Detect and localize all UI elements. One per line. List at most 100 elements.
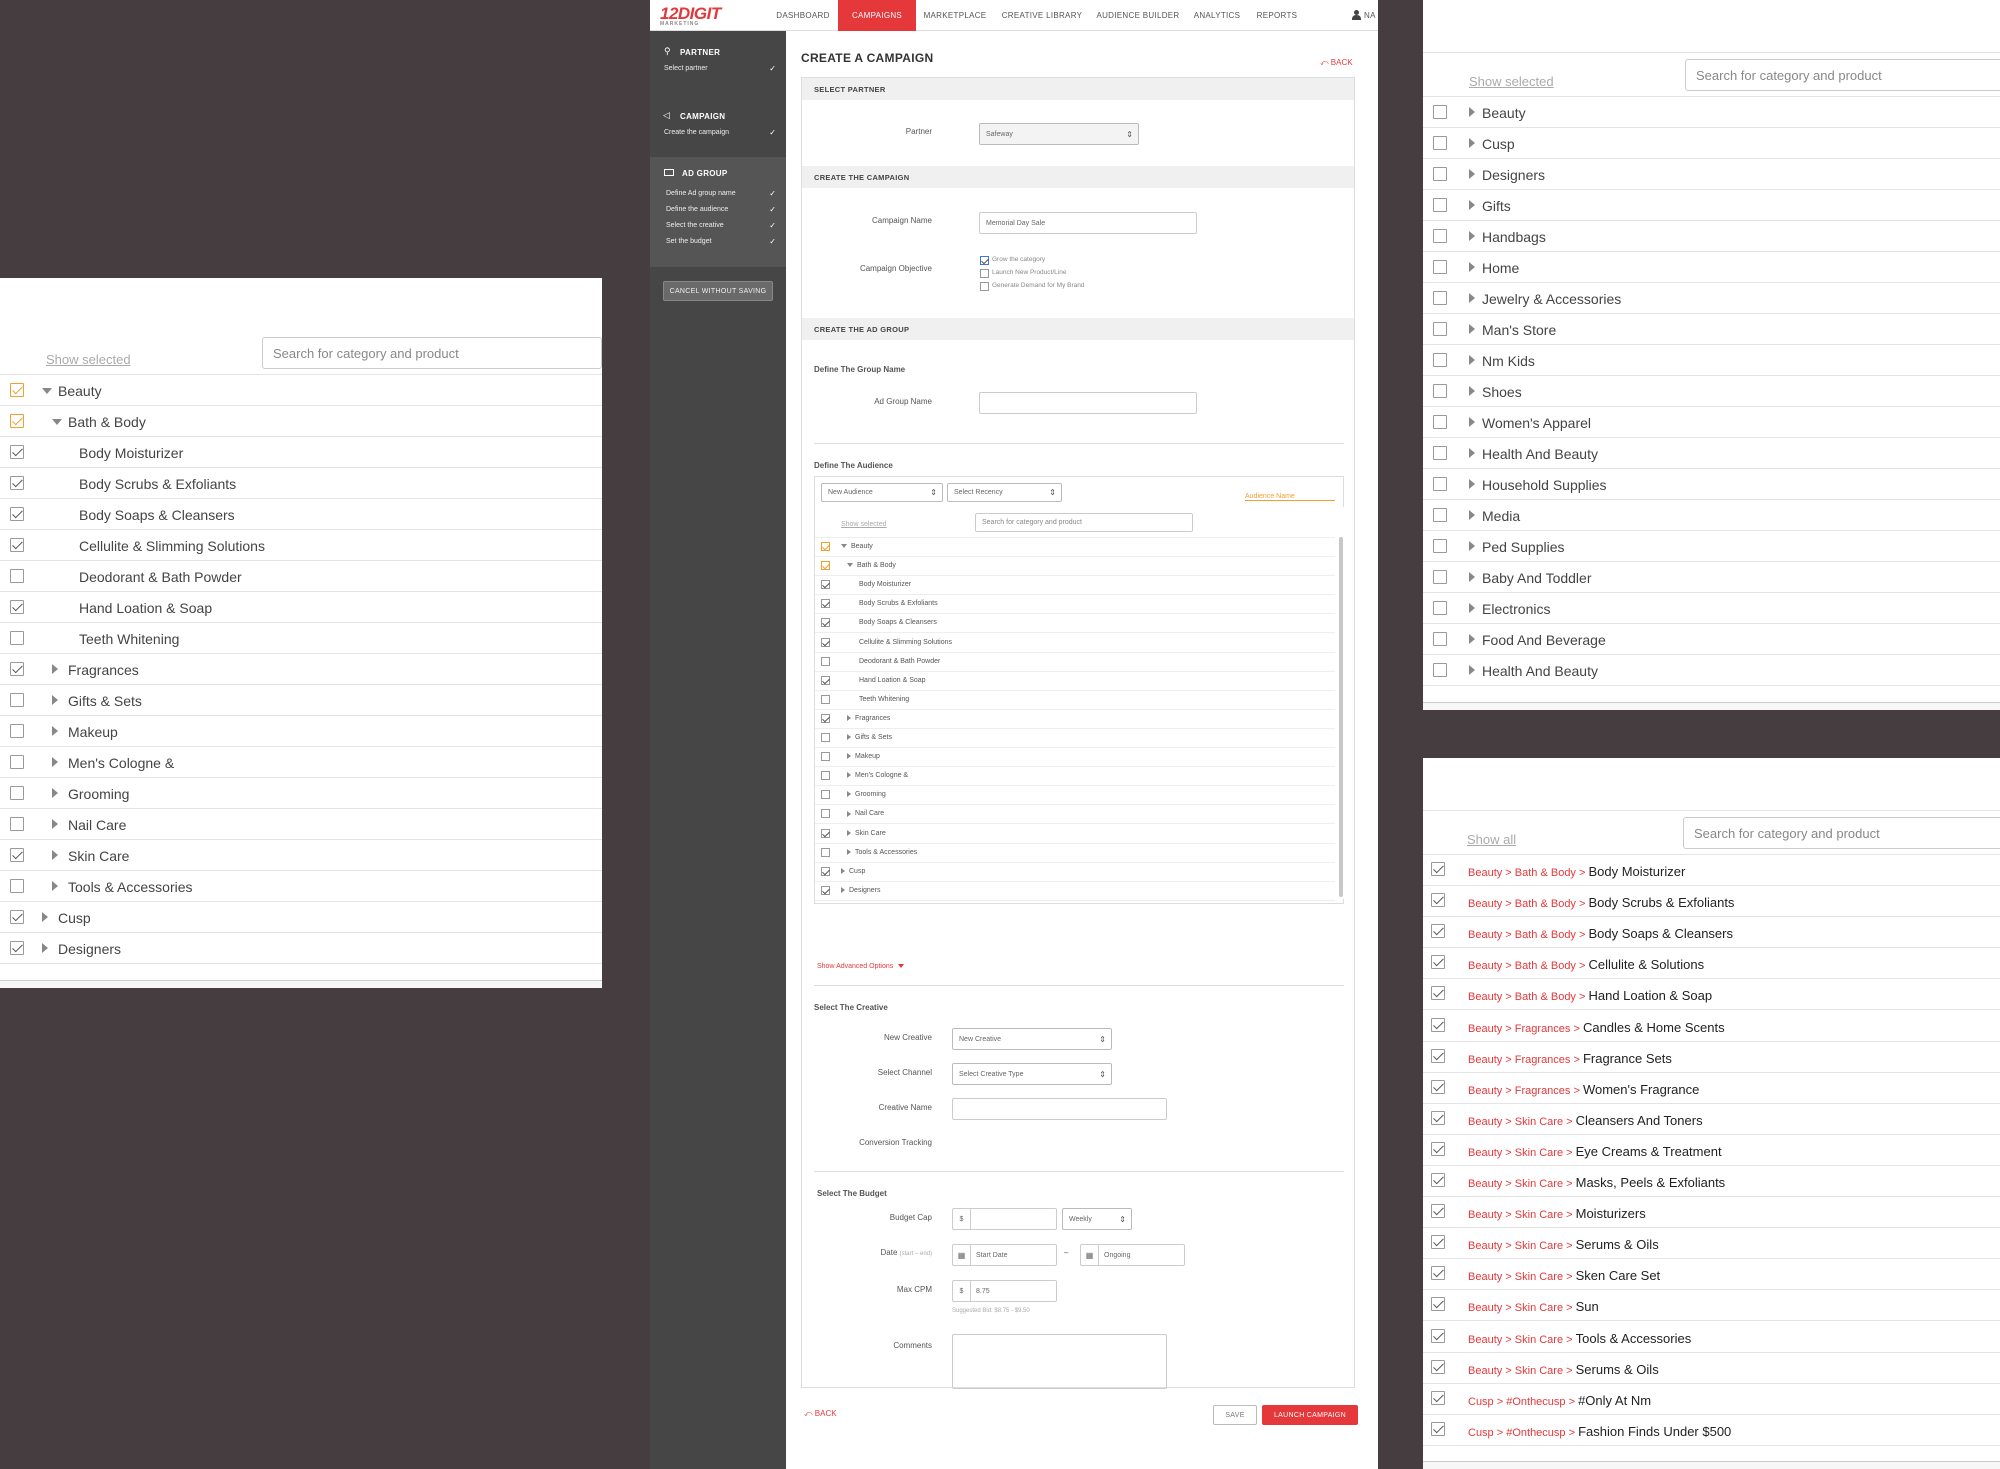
tree-row[interactable]: Body Moisturizer: [0, 437, 602, 468]
category-row[interactable]: Baby And Toddler: [1423, 562, 2000, 593]
row-checkbox[interactable]: [10, 848, 24, 862]
row-checkbox[interactable]: [821, 542, 830, 551]
tree-row[interactable]: Body Scrubs & Exfoliants: [0, 468, 602, 499]
selected-item-row[interactable]: Beauty > Skin Care > Serums & Oils: [1423, 1353, 2000, 1384]
category-row[interactable]: Media: [1423, 500, 2000, 531]
user-icon[interactable]: [1352, 10, 1361, 20]
row-checkbox[interactable]: [1433, 539, 1447, 553]
row-checkbox[interactable]: [1431, 1017, 1445, 1032]
caret-right-icon[interactable]: [1469, 510, 1475, 520]
selected-item-row[interactable]: Beauty > Bath & Body > Body Soaps & Clea…: [1423, 917, 2000, 949]
tree-row[interactable]: Men's Cologne &: [0, 747, 602, 778]
row-checkbox[interactable]: [10, 507, 24, 521]
row-checkbox[interactable]: [821, 847, 830, 857]
category-row[interactable]: Beauty: [1423, 97, 2000, 128]
row-checkbox[interactable]: [1431, 1141, 1445, 1156]
caret-right-icon[interactable]: [1469, 169, 1475, 179]
row-checkbox[interactable]: [1431, 986, 1445, 1001]
selected-item-row[interactable]: Beauty > Skin Care > Sken Care Set: [1423, 1259, 2000, 1291]
category-row[interactable]: Women's Apparel: [1423, 407, 2000, 438]
row-checkbox[interactable]: [10, 755, 24, 769]
caret-right-icon[interactable]: [1469, 634, 1475, 644]
row-checkbox[interactable]: [1431, 1204, 1445, 1219]
row-checkbox[interactable]: [1431, 1421, 1445, 1436]
show-selected-link[interactable]: Show selected: [841, 521, 887, 528]
row-checkbox[interactable]: [10, 383, 24, 397]
launch-campaign-button[interactable]: LAUNCH CAMPAIGN: [1262, 1405, 1358, 1425]
sidebar-section-partner[interactable]: ⚲ PARTNER Select partner ✓: [650, 41, 786, 91]
category-row[interactable]: Nm Kids: [1423, 345, 2000, 376]
row-checkbox[interactable]: [10, 538, 24, 552]
tree-row[interactable]: Beauty: [0, 375, 602, 406]
tree-row[interactable]: Hand Loation & Soap: [0, 592, 602, 623]
row-checkbox[interactable]: [821, 637, 830, 647]
category-row[interactable]: Jewelry & Accessories: [1423, 283, 2000, 314]
campaign-name-input[interactable]: Memorial Day Sale: [979, 212, 1197, 234]
category-row[interactable]: Gifts: [1423, 190, 2000, 221]
caret-right-icon[interactable]: [1469, 448, 1475, 458]
audience-tree-row[interactable]: Bath & Body: [815, 557, 1335, 577]
row-checkbox[interactable]: [10, 631, 24, 645]
row-checkbox[interactable]: [821, 599, 830, 609]
selected-item-row[interactable]: Beauty > Bath & Body > Hand Loation & So…: [1423, 979, 2000, 1011]
caret-right-icon[interactable]: [1469, 200, 1475, 210]
caret-right-icon[interactable]: [847, 772, 851, 779]
tree-row[interactable]: Tools & Accessories: [0, 871, 602, 902]
row-checkbox[interactable]: [10, 879, 24, 893]
audience-tree-row[interactable]: Fragrances: [815, 710, 1335, 729]
category-row[interactable]: Home: [1423, 252, 2000, 283]
row-checkbox[interactable]: [821, 790, 830, 800]
selected-item-row[interactable]: Beauty > Bath & Body > Cellulite & Solut…: [1423, 948, 2000, 980]
row-checkbox[interactable]: [821, 885, 830, 895]
cancel-without-saving-button[interactable]: CANCEL WITHOUT SAVING: [663, 281, 773, 301]
caret-right-icon[interactable]: [841, 867, 845, 874]
caret-right-icon[interactable]: [52, 695, 58, 705]
row-checkbox[interactable]: [821, 733, 830, 742]
row-checkbox[interactable]: [1431, 1359, 1445, 1374]
row-checkbox[interactable]: [1433, 322, 1447, 336]
row-checkbox[interactable]: [10, 662, 24, 676]
row-checkbox[interactable]: [1433, 415, 1447, 429]
row-checkbox[interactable]: [1433, 508, 1447, 522]
row-checkbox[interactable]: [821, 809, 830, 819]
row-checkbox[interactable]: [1433, 477, 1447, 491]
nav-campaigns[interactable]: CAMPAIGNS: [838, 0, 916, 31]
caret-right-icon[interactable]: [847, 753, 851, 760]
row-checkbox[interactable]: [821, 694, 830, 704]
caret-right-icon[interactable]: [52, 757, 58, 767]
tree-row[interactable]: Gifts & Sets: [0, 685, 602, 716]
objective-grow-checkbox[interactable]: [980, 256, 989, 265]
audience-tree-row[interactable]: Tools & Accessories: [815, 844, 1335, 863]
sidebar-item-select-partner[interactable]: Select partner: [664, 65, 708, 72]
audience-tree-row[interactable]: Grooming: [815, 786, 1335, 806]
row-checkbox[interactable]: [821, 656, 830, 666]
new-creative-select[interactable]: New Creative: [952, 1028, 1112, 1050]
audience-tree-row[interactable]: Makeup: [815, 748, 1335, 768]
row-checkbox[interactable]: [821, 752, 830, 762]
category-row[interactable]: Household Supplies: [1423, 469, 2000, 500]
row-checkbox[interactable]: [1433, 384, 1447, 398]
caret-right-icon[interactable]: [847, 829, 851, 836]
audience-tree-row[interactable]: Body Moisturizer: [815, 576, 1335, 596]
caret-down-icon[interactable]: [42, 388, 52, 394]
row-checkbox[interactable]: [1431, 1235, 1445, 1250]
selected-item-row[interactable]: Beauty > Bath & Body > Body Scrubs & Exf…: [1423, 886, 2000, 918]
row-checkbox[interactable]: [10, 817, 24, 831]
row-checkbox[interactable]: [10, 941, 24, 955]
row-checkbox[interactable]: [10, 910, 24, 924]
audience-tree-row[interactable]: Cellulite & Slimming Solutions: [815, 634, 1335, 653]
caret-down-icon[interactable]: [841, 544, 847, 549]
selected-item-row[interactable]: Cusp > #Onthecusp > Fashion Finds Under …: [1423, 1415, 2000, 1446]
row-checkbox[interactable]: [1433, 663, 1447, 677]
recency-select[interactable]: Select Recency: [947, 483, 1062, 502]
back-link-bottom[interactable]: ⤺ BACK: [804, 1409, 837, 1419]
caret-right-icon[interactable]: [52, 881, 58, 891]
budget-cap-input[interactable]: $: [952, 1208, 1057, 1230]
row-checkbox[interactable]: [821, 618, 830, 628]
caret-right-icon[interactable]: [847, 734, 851, 741]
row-checkbox[interactable]: [1431, 1173, 1445, 1187]
selected-item-row[interactable]: Beauty > Skin Care > Serums & Oils: [1423, 1228, 2000, 1260]
row-checkbox[interactable]: [1431, 1390, 1445, 1405]
tree-row[interactable]: Deodorant & Bath Powder: [0, 561, 602, 592]
caret-right-icon[interactable]: [847, 810, 851, 817]
